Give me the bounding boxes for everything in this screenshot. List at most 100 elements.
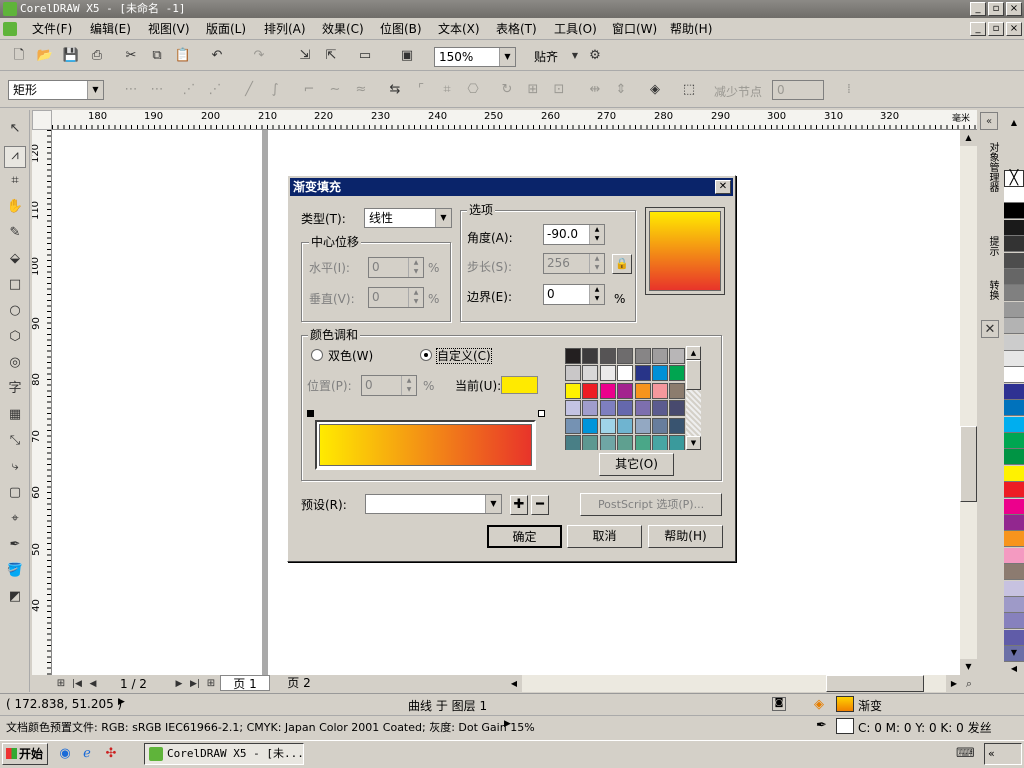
postscript-options-button[interactable]: PostScript 选项(P)...: [580, 493, 722, 516]
interactive-fill-tool-icon[interactable]: ◩: [6, 588, 24, 606]
connector-tool-icon[interactable]: ⤷: [6, 458, 24, 476]
spin-up-icon[interactable]: ▲: [590, 254, 604, 263]
maximize-button[interactable]: ▫: [988, 2, 1004, 16]
dialog-close-button[interactable]: ✕: [715, 180, 731, 194]
palette-cell[interactable]: [617, 417, 634, 434]
palette-scroll-up-icon[interactable]: ▲: [1006, 118, 1022, 132]
palette-grid-scrollbar[interactable]: ▲ ▼: [686, 346, 701, 450]
snap-dropdown-icon[interactable]: ▼: [566, 47, 584, 65]
spin-up-icon[interactable]: ▲: [409, 288, 423, 297]
table-tool-icon[interactable]: ▦: [6, 406, 24, 424]
eyedropper-tool-icon[interactable]: ⌖: [6, 510, 24, 528]
palette-swatch[interactable]: [1004, 187, 1024, 203]
spin-up-icon[interactable]: ▲: [409, 258, 423, 267]
palette-swatch[interactable]: [1004, 482, 1024, 499]
redo-icon[interactable]: ↷: [250, 47, 268, 65]
menu-window[interactable]: 窗口(W): [612, 21, 657, 37]
vertical-ruler[interactable]: 120 110 100 90 80 70 60 50 40: [32, 130, 52, 675]
page-tab-2[interactable]: 页 2: [274, 675, 324, 691]
start-color-marker[interactable]: [307, 410, 314, 417]
custom-label[interactable]: 自定义(C): [436, 348, 492, 364]
remove-preset-button[interactable]: ━: [531, 495, 549, 515]
palette-cell[interactable]: [617, 400, 634, 417]
palette-cell[interactable]: [565, 382, 581, 399]
horizontal-ruler[interactable]: 180 190 200 210 220 230 240 250 260 270 …: [52, 110, 977, 130]
extend-curve-icon[interactable]: ⌜: [412, 81, 430, 99]
palette-cell[interactable]: [634, 365, 651, 382]
palette-cell[interactable]: [634, 400, 651, 417]
import-icon[interactable]: ⇲: [296, 47, 314, 65]
palette-cell[interactable]: [669, 435, 686, 450]
fill-swatch[interactable]: [836, 696, 854, 712]
palette-cell[interactable]: [617, 382, 634, 399]
palette-cell[interactable]: [582, 435, 599, 450]
palette-cell[interactable]: [599, 348, 616, 364]
palette-cell[interactable]: [634, 382, 651, 399]
two-color-label[interactable]: 双色(W): [328, 349, 373, 363]
custom-radio[interactable]: [420, 349, 432, 361]
palette-cell[interactable]: [652, 417, 668, 434]
cancel-button[interactable]: 取消: [567, 525, 642, 548]
steps-field[interactable]: 256 ▲ ▼: [543, 253, 605, 274]
palette-swatch[interactable]: [1004, 629, 1024, 646]
palette-cell[interactable]: [652, 365, 668, 382]
expand-profile-icon[interactable]: ▶: [504, 719, 511, 729]
palette-cell[interactable]: [599, 400, 616, 417]
end-color-marker[interactable]: [538, 410, 545, 417]
scroll-up-icon[interactable]: ▲: [960, 130, 977, 146]
outline-swatch[interactable]: [836, 718, 854, 734]
add-page-after-icon[interactable]: ⊞: [202, 675, 220, 693]
freehand-tool-icon[interactable]: ✎: [6, 224, 24, 242]
zoom-navigator-icon[interactable]: ⌕: [960, 675, 978, 693]
h-scroll-thumb[interactable]: [826, 675, 924, 692]
docker-tab-object-manager[interactable]: 对象管理器: [982, 142, 998, 192]
symmetric-node-icon[interactable]: ≈: [352, 81, 370, 99]
select-all-icon[interactable]: ⁞: [840, 81, 858, 99]
close-button[interactable]: ×: [1006, 2, 1022, 16]
palette-cell[interactable]: [652, 348, 668, 364]
lock-icon[interactable]: 🔒: [612, 254, 632, 274]
to-curve-icon[interactable]: ∫: [266, 81, 284, 99]
paste-icon[interactable]: 📋: [174, 47, 192, 65]
edge-pad-field[interactable]: 0 ▲ ▼: [543, 284, 605, 305]
preset-select[interactable]: ▼: [365, 494, 502, 514]
help-button[interactable]: 帮助(H): [648, 525, 723, 548]
horizontal-scrollbar[interactable]: ◀ ▶: [506, 675, 962, 692]
two-color-radio[interactable]: [311, 349, 323, 361]
browser-quicklaunch-icon[interactable]: ◉: [56, 745, 74, 763]
fill-tool-icon[interactable]: 🪣: [6, 562, 24, 580]
dimension-tool-icon[interactable]: ⤡: [6, 432, 24, 450]
spin-up-icon[interactable]: ▲: [402, 376, 416, 385]
menu-file[interactable]: 文件(F): [32, 21, 72, 37]
ellipse-tool-icon[interactable]: ○: [6, 302, 24, 320]
menu-text[interactable]: 文本(X): [438, 21, 480, 37]
docker-tab-hints[interactable]: 提示: [982, 236, 998, 256]
delete-node-icon[interactable]: ⋯: [148, 81, 166, 99]
palette-grid-up-icon[interactable]: ▲: [686, 346, 701, 360]
palette-cell[interactable]: [582, 348, 599, 364]
cusp-node-icon[interactable]: ⌐: [300, 81, 318, 99]
crop-tool-icon[interactable]: ⌗: [6, 172, 24, 190]
auto-reduce-icon[interactable]: ⬚: [680, 81, 698, 99]
gradient-ramp[interactable]: [315, 420, 536, 470]
reverse-direction-icon[interactable]: ⇆: [386, 81, 404, 99]
spin-down-icon[interactable]: ▼: [409, 267, 423, 276]
collapse-docker-icon[interactable]: «: [980, 112, 998, 130]
palette-cell[interactable]: [652, 400, 668, 417]
spin-up-icon[interactable]: ▲: [590, 225, 604, 234]
select-all-nodes-icon[interactable]: ◈: [646, 81, 664, 99]
palette-cell[interactable]: [617, 348, 634, 364]
palette-cell[interactable]: [582, 400, 599, 417]
reflect-vertical-icon[interactable]: ⇕: [612, 81, 630, 99]
page-tab-1[interactable]: 页 1: [220, 675, 270, 691]
scroll-down-icon[interactable]: ▼: [960, 659, 977, 675]
open-icon[interactable]: 📂: [36, 47, 54, 65]
scroll-thumb[interactable]: [960, 426, 977, 502]
menu-tools[interactable]: 工具(O): [554, 21, 597, 37]
text-tool-icon[interactable]: 字: [6, 380, 24, 398]
palette-cell[interactable]: [669, 417, 686, 434]
palette-cell[interactable]: [634, 435, 651, 450]
vertical-offset-field[interactable]: 0 ▲ ▼: [368, 287, 424, 308]
palette-expand-icon[interactable]: ◀: [1006, 664, 1022, 678]
print-icon[interactable]: ⎙: [88, 47, 106, 65]
